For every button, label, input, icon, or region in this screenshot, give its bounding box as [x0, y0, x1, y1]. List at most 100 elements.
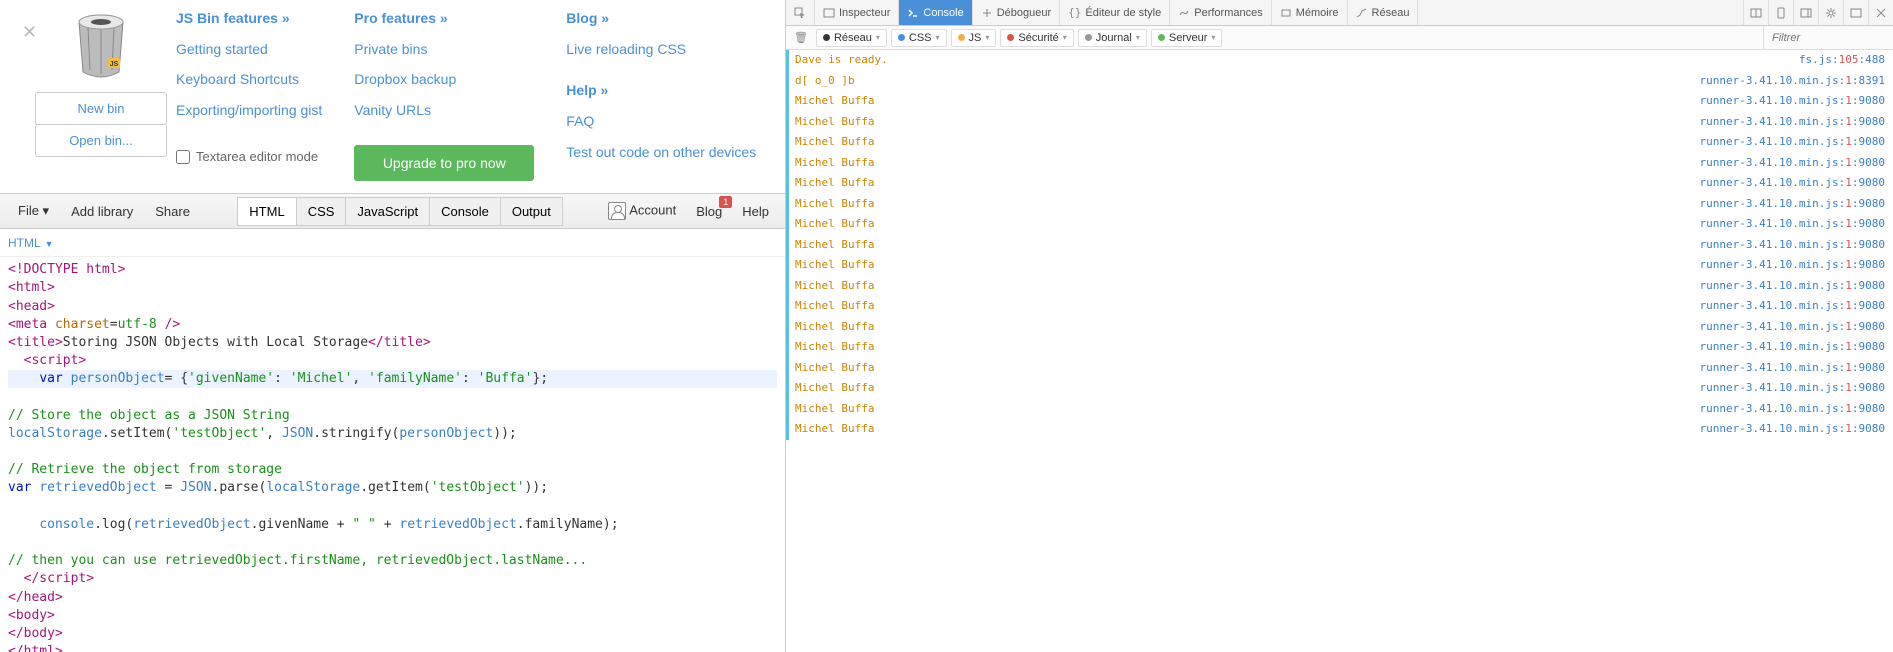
textarea-mode-row[interactable]: Textarea editor mode [176, 149, 322, 164]
close-devtools-icon[interactable] [1868, 0, 1893, 25]
console-source-link[interactable]: runner-3.41.10.min.js:1:9080 [1700, 175, 1885, 192]
console-output[interactable]: Dave is ready.fs.js:105:488d[ o_0 ]brunn… [786, 50, 1893, 652]
console-source-link[interactable]: runner-3.41.10.min.js:1:9080 [1700, 216, 1885, 233]
tab-console-label: Console [923, 7, 963, 19]
code-editor[interactable]: <!DOCTYPE html> <html> <head> <meta char… [0, 257, 785, 652]
tab-reseau[interactable]: Réseau [1348, 0, 1419, 25]
help-button[interactable]: Help [734, 198, 777, 225]
console-source-link[interactable]: runner-3.41.10.min.js:1:9080 [1700, 421, 1885, 438]
console-source-link[interactable]: runner-3.41.10.min.js:1:9080 [1700, 339, 1885, 356]
jsbin-pane: ✕ JS New bin Open bin... JS Bin features… [0, 0, 786, 652]
console-source-link[interactable]: runner-3.41.10.min.js:1:9080 [1700, 196, 1885, 213]
filter-js[interactable]: JS▾ [951, 29, 997, 47]
link-keyboard-shortcuts[interactable]: Keyboard Shortcuts [176, 68, 322, 90]
filter-serveur[interactable]: Serveur▾ [1151, 29, 1223, 47]
console-source-link[interactable]: runner-3.41.10.min.js:1:9080 [1700, 360, 1885, 377]
console-source-link[interactable]: runner-3.41.10.min.js:1:9080 [1700, 237, 1885, 254]
chevron-down-icon: ▾ [936, 33, 940, 42]
console-message: Michel Buffa [795, 134, 874, 151]
chevron-down-icon: ▾ [1063, 33, 1067, 42]
console-line: Michel Buffa runner-3.41.10.min.js:1:9080 [786, 194, 1893, 215]
link-private-bins[interactable]: Private bins [354, 38, 534, 60]
console-message: Michel Buffa [795, 114, 874, 131]
console-source-link[interactable]: runner-3.41.10.min.js:1:9080 [1700, 134, 1885, 151]
console-source-link[interactable]: runner-3.41.10.min.js:1:9080 [1700, 155, 1885, 172]
console-source-link[interactable]: runner-3.41.10.min.js:1:9080 [1700, 380, 1885, 397]
sidebar-icon[interactable] [1793, 0, 1818, 25]
tab-memoire[interactable]: Mémoire [1272, 0, 1348, 25]
share-button[interactable]: Share [145, 198, 200, 225]
add-library-button[interactable]: Add library [61, 198, 143, 225]
console-source-link[interactable]: runner-3.41.10.min.js:1:9080 [1700, 319, 1885, 336]
link-getting-started[interactable]: Getting started [176, 38, 322, 60]
link-faq[interactable]: FAQ [566, 110, 756, 132]
filter-css-label: CSS [909, 32, 932, 44]
filter-css[interactable]: CSS ▾ [891, 29, 947, 47]
pro-features-heading[interactable]: Pro features » [354, 10, 534, 26]
tab-inspecteur-label: Inspecteur [839, 7, 890, 19]
console-source-link[interactable]: runner-3.41.10.min.js:1:9080 [1700, 114, 1885, 131]
tab-editeur-style[interactable]: {}Éditeur de style [1060, 0, 1170, 25]
link-live-reload-css[interactable]: Live reloading CSS [566, 38, 756, 60]
console-message: Michel Buffa [795, 196, 874, 213]
pick-element-icon[interactable] [786, 0, 815, 25]
filter-reseau[interactable]: Réseau▾ [816, 29, 887, 47]
split-icon[interactable] [1743, 0, 1768, 25]
jsbin-logo-icon: JS [76, 14, 126, 82]
console-line: Michel Buffa runner-3.41.10.min.js:1:9080 [786, 214, 1893, 235]
account-button[interactable]: Account [600, 196, 684, 226]
features-heading[interactable]: JS Bin features » [176, 10, 322, 26]
blog-button[interactable]: Blog1 [688, 198, 730, 225]
console-source-link[interactable]: runner-3.41.10.min.js:1:9080 [1700, 257, 1885, 274]
link-vanity-urls[interactable]: Vanity URLs [354, 99, 534, 121]
panel-tab-css[interactable]: CSS [296, 197, 346, 226]
console-source-link[interactable]: runner-3.41.10.min.js:1:9080 [1700, 401, 1885, 418]
tab-performances[interactable]: Performances [1170, 0, 1271, 25]
open-bin-button[interactable]: Open bin... [35, 125, 167, 157]
console-message: Dave is ready. [795, 52, 888, 69]
console-message: Michel Buffa [795, 421, 874, 438]
panel-tab-output[interactable]: Output [500, 197, 563, 226]
link-test-devices[interactable]: Test out code on other devices [566, 141, 756, 163]
console-line: Michel Buffarunner-3.41.10.min.js:1:9080 [786, 153, 1893, 174]
panel-tab-console[interactable]: Console [429, 197, 500, 226]
console-source-link[interactable]: runner-3.41.10.min.js:1:9080 [1700, 298, 1885, 315]
blog-heading[interactable]: Blog » [566, 10, 756, 26]
responsive-icon[interactable] [1768, 0, 1793, 25]
console-source-link[interactable]: runner-3.41.10.min.js:1:9080 [1700, 93, 1885, 110]
new-bin-button[interactable]: New bin [35, 92, 167, 125]
tab-inspecteur[interactable]: Inspecteur [815, 0, 899, 25]
console-line: Michel Buffarunner-3.41.10.min.js:1:9080 [786, 378, 1893, 399]
tab-debogueur[interactable]: Débogueur [973, 0, 1060, 25]
close-icon[interactable]: ✕ [22, 22, 37, 43]
filter-journal[interactable]: Journal▾ [1078, 29, 1147, 47]
file-menu[interactable]: File ▾ [8, 197, 59, 225]
textarea-mode-checkbox[interactable] [176, 150, 190, 164]
dock-icon[interactable] [1843, 0, 1868, 25]
filter-securite-label: Sécurité [1018, 32, 1058, 44]
filter-input[interactable] [1763, 26, 1893, 49]
editor-language-dropdown[interactable]: HTML▼ [8, 236, 54, 250]
console-source-link[interactable]: runner-3.41.10.min.js:1:9080 [1700, 278, 1885, 295]
settings-icon[interactable] [1818, 0, 1843, 25]
help-heading[interactable]: Help » [566, 82, 756, 98]
console-message: Michel Buffa [795, 175, 874, 192]
console-message: Michel Buffa [795, 360, 874, 377]
account-label: Account [629, 203, 676, 218]
link-export-import[interactable]: Exporting/importing gist [176, 99, 322, 121]
panel-tab-javascript[interactable]: JavaScript [345, 197, 429, 226]
console-line: Michel Buffa runner-3.41.10.min.js:1:9080 [786, 112, 1893, 133]
chevron-down-icon: ▼ [45, 239, 54, 249]
tab-performances-label: Performances [1194, 7, 1262, 19]
console-line: Michel Buffarunner-3.41.10.min.js:1:9080 [786, 399, 1893, 420]
link-dropbox-backup[interactable]: Dropbox backup [354, 68, 534, 90]
tab-console[interactable]: Console [899, 0, 972, 25]
clear-console-icon[interactable]: 🗑 [786, 31, 816, 44]
upgrade-button[interactable]: Upgrade to pro now [354, 145, 534, 181]
filter-securite[interactable]: Sécurité ▾ [1000, 29, 1073, 47]
console-source-link[interactable]: runner-3.41.10.min.js:1:8391 [1700, 73, 1885, 90]
panel-tab-html[interactable]: HTML [237, 197, 295, 226]
console-message: Michel Buffa [795, 216, 874, 233]
console-message: Michel Buffa [795, 298, 874, 315]
console-source-link[interactable]: fs.js:105:488 [1799, 52, 1885, 69]
